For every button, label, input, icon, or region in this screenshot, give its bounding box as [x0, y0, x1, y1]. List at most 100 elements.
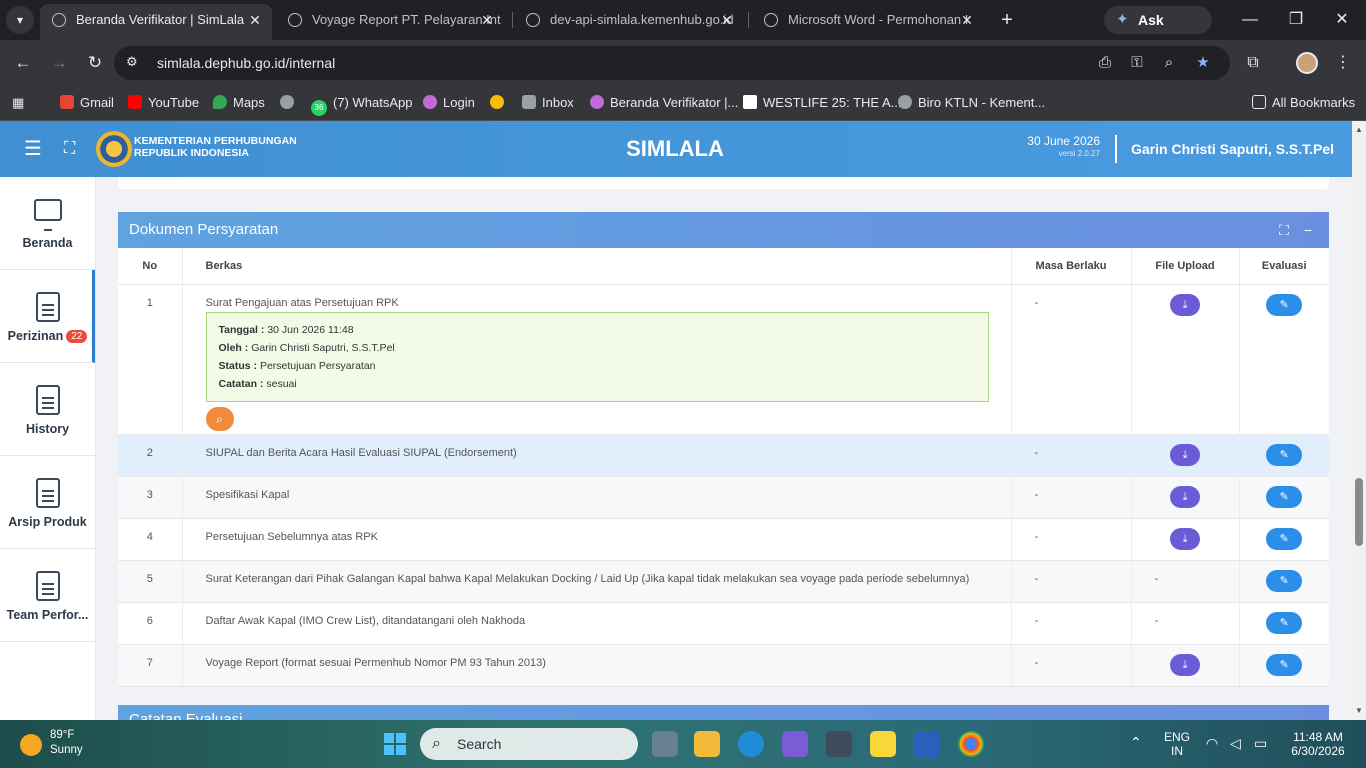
- site-settings-icon[interactable]: ⚙: [126, 54, 142, 70]
- windows-start-icon[interactable]: [384, 733, 406, 755]
- previous-card: [118, 177, 1329, 189]
- language-indicator[interactable]: ENG IN: [1160, 730, 1194, 758]
- close-tab-icon[interactable]: ✕: [956, 4, 978, 36]
- bookmark-beranda-verifikator[interactable]: Beranda Verifikator |...: [590, 92, 738, 114]
- edit-evaluation-button[interactable]: ✎: [1266, 443, 1303, 466]
- download-button[interactable]: ⤓: [1170, 293, 1200, 316]
- hamburger-menu-icon[interactable]: ☰: [24, 138, 44, 160]
- edit-evaluation-button[interactable]: ✎: [1266, 485, 1303, 508]
- taskbar-search[interactable]: ⌕ Search: [420, 728, 638, 760]
- download-button[interactable]: ⤓: [1170, 653, 1200, 676]
- close-tab-icon[interactable]: ✕: [716, 4, 738, 36]
- search-detail-button[interactable]: ⌕: [205, 406, 234, 431]
- extensions-icon[interactable]: ⧉: [1240, 50, 1266, 76]
- download-button[interactable]: ⤓: [1170, 443, 1200, 466]
- table-row: 7 Voyage Report (format sesuai Permenhub…: [118, 644, 1329, 687]
- browser-tab-1[interactable]: Beranda Verifikator | SimLala ✕: [40, 4, 272, 40]
- install-app-icon[interactable]: ⎙: [1094, 53, 1116, 73]
- login-site-icon: [423, 95, 437, 109]
- chrome-icon[interactable]: [958, 731, 984, 757]
- bookmark-youtube[interactable]: YouTube: [128, 92, 199, 114]
- fullscreen-icon[interactable]: ⛶: [64, 138, 84, 160]
- sidebar-item-beranda[interactable]: Beranda: [0, 177, 95, 270]
- organization-name: KEMENTERIAN PERHUBUNGAN REPUBLIK INDONES…: [134, 135, 297, 159]
- row-number: 4: [118, 518, 183, 561]
- table-row: 2 SIUPAL dan Berita Acara Hasil Evaluasi…: [118, 434, 1329, 477]
- task-view-icon[interactable]: [652, 731, 678, 757]
- edit-evaluation-button[interactable]: ✎: [1266, 569, 1303, 592]
- catatan-evaluasi-card-header[interactable]: Catatan Evaluasi: [118, 705, 1329, 720]
- bookmark-star-icon[interactable]: ★: [1192, 53, 1214, 73]
- sidebar-item-team-performance[interactable]: Team Perfor...: [0, 549, 95, 642]
- tab-search-dropdown-icon[interactable]: ▾: [6, 6, 34, 34]
- globe-icon: [764, 13, 778, 27]
- new-tab-icon[interactable]: +: [996, 6, 1018, 34]
- user-name[interactable]: Garin Christi Saputri, S.S.T.Pel: [1131, 138, 1334, 160]
- close-tab-icon[interactable]: ✕: [244, 4, 266, 36]
- camera-icon[interactable]: [826, 731, 852, 757]
- download-button[interactable]: ⤓: [1170, 527, 1200, 550]
- apps-grid-icon[interactable]: ▦: [12, 92, 24, 114]
- bookmark-pinwheel[interactable]: [490, 92, 510, 114]
- browser-tab-3[interactable]: dev-api-simlala.kemenhub.go.id ✕: [514, 4, 744, 40]
- speaker-icon[interactable]: ◁: [1230, 735, 1241, 752]
- edit-evaluation-button[interactable]: ✎: [1266, 293, 1303, 316]
- browser-tab-2[interactable]: Voyage Report PT. Pelayaran Int ✕: [276, 4, 504, 40]
- file-explorer-icon[interactable]: [694, 731, 720, 757]
- bookmark-inbox[interactable]: Inbox: [522, 92, 574, 114]
- weather-widget[interactable]: 89°F Sunny: [20, 728, 100, 760]
- scroll-down-arrow-icon[interactable]: ▼: [1352, 704, 1366, 718]
- battery-icon[interactable]: ▭: [1254, 735, 1267, 752]
- row-number: 2: [118, 434, 183, 477]
- bookmark-globe[interactable]: [280, 92, 300, 114]
- word-icon[interactable]: [914, 731, 940, 757]
- close-tab-icon[interactable]: ✕: [476, 4, 498, 36]
- profile-avatar[interactable]: [1296, 52, 1318, 74]
- all-bookmarks[interactable]: All Bookmarks: [1252, 92, 1355, 114]
- back-arrow-icon[interactable]: ←: [10, 50, 36, 76]
- bookmark-maps[interactable]: Maps: [213, 92, 265, 114]
- copilot-icon[interactable]: [782, 731, 808, 757]
- edge-browser-icon[interactable]: [738, 731, 764, 757]
- download-button[interactable]: ⤓: [1170, 485, 1200, 508]
- zoom-icon[interactable]: ⌕: [1158, 53, 1180, 73]
- bookmark-login[interactable]: Login: [423, 92, 475, 114]
- row-number: 6: [118, 602, 183, 645]
- page-scrollbar[interactable]: ▲ ▼: [1352, 121, 1366, 720]
- row-file-upload: ⤓: [1131, 644, 1240, 687]
- collapse-icon[interactable]: −: [1299, 212, 1317, 248]
- sidebar-item-perizinan[interactable]: Perizinan 22: [0, 270, 95, 363]
- edit-evaluation-button[interactable]: ✎: [1266, 653, 1303, 676]
- reload-icon[interactable]: ↻: [82, 50, 108, 76]
- ask-gemini-button[interactable]: ✦ Ask Gemini: [1104, 6, 1212, 56]
- expand-icon[interactable]: ⛶: [1275, 212, 1293, 248]
- document-icon: [36, 478, 60, 508]
- bookmark-biro-ktln[interactable]: Biro KTLN - Kement...: [898, 92, 1045, 114]
- sticky-notes-icon[interactable]: [870, 731, 896, 757]
- address-bar[interactable]: ⚙ simlala.dephub.go.id/internal ⎙ ⚿ ⌕ ★: [114, 46, 1230, 80]
- show-hidden-icons-chevron[interactable]: ⌃: [1130, 734, 1142, 751]
- bookmark-gmail[interactable]: Gmail: [60, 92, 114, 114]
- edit-evaluation-button[interactable]: ✎: [1266, 611, 1303, 634]
- close-window-icon[interactable]: ✕: [1322, 6, 1362, 34]
- document-name: Daftar Awak Kapal (IMO Crew List), ditan…: [182, 602, 1012, 645]
- scroll-up-arrow-icon[interactable]: ▲: [1352, 123, 1366, 137]
- wifi-icon[interactable]: ◠: [1206, 735, 1218, 752]
- column-header-masa-berlaku: Masa Berlaku: [1011, 248, 1132, 285]
- chrome-menu-icon[interactable]: ⋮: [1330, 50, 1356, 76]
- browser-tab-4[interactable]: Microsoft Word - Permohonan I ✕: [752, 4, 984, 40]
- password-key-icon[interactable]: ⚿: [1126, 53, 1148, 73]
- bookmark-whatsapp[interactable]: 36 (7) WhatsApp: [311, 92, 412, 116]
- document-icon: [36, 292, 60, 322]
- sidebar-item-history[interactable]: History: [0, 363, 95, 456]
- header-divider: [1115, 135, 1117, 163]
- sidebar-item-arsip-produk[interactable]: Arsip Produk: [0, 456, 95, 549]
- clock[interactable]: 11:48 AM 6/30/2026: [1286, 730, 1350, 758]
- forward-arrow-icon[interactable]: →: [46, 50, 72, 76]
- edit-evaluation-button[interactable]: ✎: [1266, 527, 1303, 550]
- bookmark-westlife[interactable]: WESTLIFE 25: THE A...: [743, 92, 901, 114]
- scrollbar-thumb[interactable]: [1355, 478, 1363, 546]
- minimize-icon[interactable]: —: [1230, 6, 1270, 34]
- maximize-icon[interactable]: ❐: [1276, 6, 1316, 34]
- sidebar-item-label: Team Perfor...: [6, 608, 89, 622]
